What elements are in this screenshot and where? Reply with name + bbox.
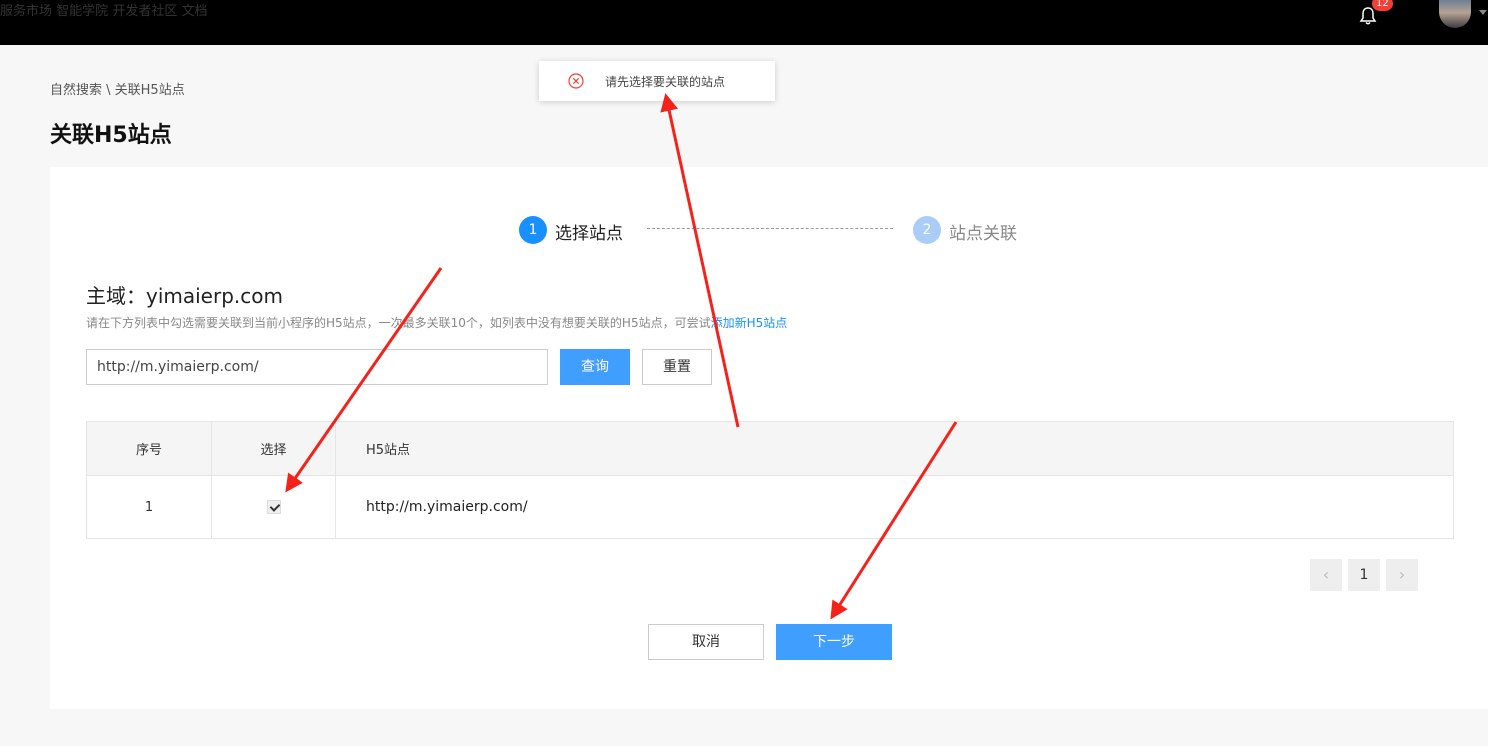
table-header-row: 序号 选择 H5站点 bbox=[86, 421, 1454, 476]
error-circle-icon bbox=[568, 73, 584, 89]
step-1-label: 选择站点 bbox=[555, 224, 623, 244]
column-header-h5-site: H5站点 bbox=[335, 421, 1454, 476]
nav-item-developer-community[interactable]: 开发者社区 bbox=[112, 4, 177, 19]
chevron-down-icon[interactable] bbox=[1479, 10, 1487, 15]
row-url: http://m.yimaierp.com/ bbox=[335, 475, 1454, 539]
breadcrumb[interactable]: 自然搜索 \ 关联H5站点 bbox=[50, 79, 185, 98]
column-header-select: 选择 bbox=[211, 421, 336, 476]
nav-item-docs[interactable]: 文档 bbox=[181, 4, 207, 19]
column-header-index: 序号 bbox=[86, 421, 212, 476]
h5-site-table: 序号 选择 H5站点 1 http://m.yimaierp.com/ bbox=[86, 421, 1454, 539]
top-navigation-bar: 服务市场 智能学院 开发者社区 文档 12 bbox=[0, 0, 1488, 45]
error-toast: 请先选择要关联的站点 bbox=[539, 61, 775, 101]
nav-item-service-market[interactable]: 服务市场 bbox=[0, 4, 52, 19]
page-title: 关联H5站点 bbox=[50, 123, 172, 148]
step-2-label: 站点关联 bbox=[949, 224, 1017, 244]
row-index: 1 bbox=[86, 475, 212, 539]
instruction-hint: 请在下方列表中勾选需要关联到当前小程序的H5站点，一次最多关联10个，如列表中没… bbox=[86, 314, 787, 331]
hint-text: 请在下方列表中勾选需要关联到当前小程序的H5站点，一次最多关联10个，如列表中没… bbox=[86, 316, 711, 330]
row-checkbox[interactable] bbox=[266, 500, 281, 514]
reset-button[interactable]: 重置 bbox=[642, 349, 712, 385]
cancel-button[interactable]: 取消 bbox=[648, 624, 764, 660]
avatar[interactable] bbox=[1439, 0, 1471, 28]
add-h5-site-link[interactable]: 添加新H5站点 bbox=[711, 316, 788, 330]
nav-item-academy[interactable]: 智能学院 bbox=[56, 4, 108, 19]
step-2-number: 2 bbox=[913, 216, 941, 244]
toast-message: 请先选择要关联的站点 bbox=[605, 75, 726, 89]
pagination-next-button[interactable]: › bbox=[1386, 559, 1418, 591]
step-1-number: 1 bbox=[519, 216, 547, 244]
table-row: 1 http://m.yimaierp.com/ bbox=[86, 475, 1454, 539]
notification-badge: 12 bbox=[1372, 0, 1393, 11]
step-connector bbox=[647, 228, 893, 229]
query-button[interactable]: 查询 bbox=[560, 349, 630, 385]
pagination-page-1[interactable]: 1 bbox=[1348, 559, 1380, 591]
next-step-button[interactable]: 下一步 bbox=[776, 624, 892, 660]
site-search-input[interactable] bbox=[86, 349, 548, 385]
row-select-cell bbox=[211, 475, 336, 539]
main-domain-label: 主域：yimaierp.com bbox=[86, 284, 283, 308]
pagination-prev-button[interactable]: ‹ bbox=[1310, 559, 1342, 591]
